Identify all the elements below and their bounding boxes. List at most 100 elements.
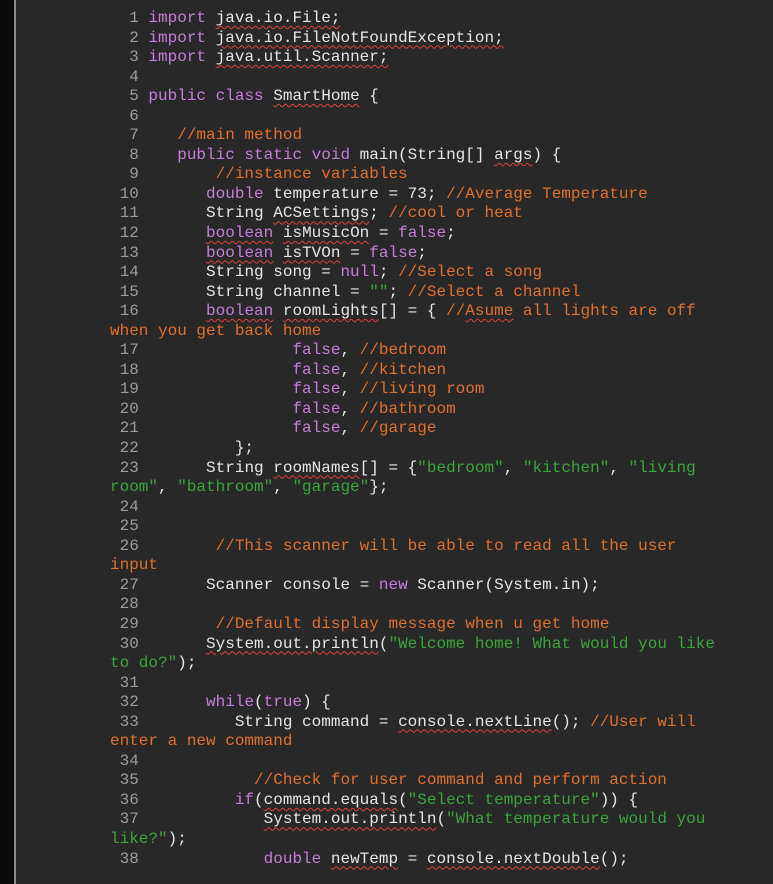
line-number: 28 xyxy=(110,595,139,614)
string-token: "bathroom" xyxy=(177,478,274,497)
code-token: ; xyxy=(388,282,408,301)
code-token: }; xyxy=(234,439,255,458)
keyword-token: import xyxy=(148,48,207,67)
panel-divider[interactable] xyxy=(14,0,16,884)
keyword-token: while xyxy=(206,693,255,712)
code-line[interactable]: 38 double newTemp = console.nextDouble()… xyxy=(110,850,773,870)
code-line-wrap[interactable]: like?"); xyxy=(110,830,773,850)
code-token: isTVOn xyxy=(282,243,341,262)
string-token: "bedroom" xyxy=(417,458,504,477)
code-line[interactable]: 28 xyxy=(110,595,773,615)
keyword-token: boolean xyxy=(206,302,274,321)
code-token: ( xyxy=(436,810,447,829)
code-line[interactable]: 18 false, //kitchen xyxy=(110,361,773,381)
comment-token: all lights are off xyxy=(513,302,696,321)
keyword-token: public static void xyxy=(177,145,351,164)
code-line[interactable]: 23 String roomNames[] = {"bedroom", "kit… xyxy=(110,459,773,479)
keyword-token: import xyxy=(148,28,207,47)
code-line[interactable]: 2 import java.io.FileNotFoundException; xyxy=(110,29,773,49)
code-line[interactable]: 7 //main method xyxy=(110,126,773,146)
code-token: temperature = 73; xyxy=(263,184,447,203)
comment-token: //Check for user command and perform act… xyxy=(254,771,667,790)
code-line[interactable]: 3 import java.util.Scanner; xyxy=(110,48,773,68)
code-line[interactable]: 20 false, //bathroom xyxy=(110,400,773,420)
code-line-wrap[interactable]: room", "bathroom", "garage"}; xyxy=(110,478,773,498)
code-line-wrap[interactable]: when you get back home xyxy=(110,322,773,342)
code-line-wrap[interactable]: to do?"); xyxy=(110,654,773,674)
code-line[interactable]: 15 String channel = ""; //Select a chann… xyxy=(110,283,773,303)
comment-token: //bathroom xyxy=(359,399,456,418)
code-token: java.io.FileNotFoundException; xyxy=(215,28,504,47)
code-line[interactable]: 27 Scanner console = new Scanner(System.… xyxy=(110,576,773,596)
comment-token: Asume xyxy=(465,302,514,321)
comment-token: //main method xyxy=(177,126,303,145)
code-line[interactable]: 33 String command = console.nextLine(); … xyxy=(110,713,773,733)
code-line[interactable]: 14 String song = null; //Select a song xyxy=(110,263,773,283)
line-number: 29 xyxy=(110,614,139,633)
code-editor[interactable]: 1 import java.io.File; 2 import java.io.… xyxy=(110,9,773,869)
code-line[interactable]: 12 boolean isMusicOn = false; xyxy=(110,224,773,244)
code-line[interactable]: 35 //Check for user command and perform … xyxy=(110,771,773,791)
code-line[interactable]: 13 boolean isTVOn = false; xyxy=(110,244,773,264)
code-token: ) { xyxy=(532,145,562,164)
keyword-token: false xyxy=(292,399,341,418)
code-line[interactable]: 34 xyxy=(110,752,773,772)
line-number: 21 xyxy=(110,419,139,438)
code-token: main(String[] xyxy=(350,145,495,164)
code-line[interactable]: 32 while(true) { xyxy=(110,693,773,713)
code-token: String command = xyxy=(234,712,399,731)
code-line[interactable]: 4 xyxy=(110,68,773,88)
code-line[interactable]: 5 public class SmartHome { xyxy=(110,87,773,107)
code-line[interactable]: 36 if(command.equals("Select temperature… xyxy=(110,791,773,811)
code-token: ( xyxy=(254,790,264,809)
comment-token: //Select a channel xyxy=(407,282,581,301)
comment-token: //instance variables xyxy=(215,165,408,184)
keyword-token: new xyxy=(378,575,408,594)
keyword-token: false xyxy=(292,380,341,399)
line-number: 36 xyxy=(110,790,139,809)
code-line[interactable]: 19 false, //living room xyxy=(110,380,773,400)
code-token: = xyxy=(398,849,427,868)
comment-token: //User will xyxy=(590,712,696,731)
code-line[interactable]: 6 xyxy=(110,107,773,127)
code-line[interactable]: 1 import java.io.File; xyxy=(110,9,773,29)
comment-token: //bedroom xyxy=(359,341,447,360)
code-line[interactable]: 21 false, //garage xyxy=(110,419,773,439)
keyword-token: true xyxy=(263,693,303,712)
code-line-wrap[interactable]: input xyxy=(110,556,773,576)
line-number: 19 xyxy=(110,380,139,399)
code-token: , xyxy=(158,478,178,497)
code-line[interactable]: 31 xyxy=(110,674,773,694)
keyword-token: false xyxy=(369,243,418,262)
line-number: 13 xyxy=(110,243,139,262)
code-line[interactable]: 37 System.out.println("What temperature … xyxy=(110,810,773,830)
code-line[interactable]: 22 }; xyxy=(110,439,773,459)
line-number: 4 xyxy=(110,67,139,86)
comment-token: //garage xyxy=(359,419,437,438)
code-line[interactable]: 16 boolean roomLights[] = { //Asume all … xyxy=(110,302,773,322)
code-token: ) { xyxy=(302,693,331,712)
code-line[interactable]: 8 public static void main(String[] args)… xyxy=(110,146,773,166)
keyword-token: false xyxy=(292,419,341,438)
line-number: 2 xyxy=(110,28,139,47)
code-line[interactable]: 11 String ACSettings; //cool or heat xyxy=(110,204,773,224)
code-line[interactable]: 25 xyxy=(110,517,773,537)
code-line[interactable]: 29 //Default display message when u get … xyxy=(110,615,773,635)
line-number: 32 xyxy=(110,693,139,712)
code-token: ); xyxy=(177,654,197,673)
line-number: 7 xyxy=(110,126,139,145)
code-line[interactable]: 26 //This scanner will be able to read a… xyxy=(110,537,773,557)
code-line[interactable]: 10 double temperature = 73; //Average Te… xyxy=(110,185,773,205)
code-line-wrap[interactable]: enter a new command xyxy=(110,732,773,752)
code-line[interactable]: 9 //instance variables xyxy=(110,165,773,185)
comment-token: //Select a song xyxy=(398,263,543,282)
code-line[interactable]: 17 false, //bedroom xyxy=(110,341,773,361)
code-token: ACSettings xyxy=(273,204,370,223)
string-token: "garage" xyxy=(292,478,370,497)
code-line[interactable]: 30 System.out.println("Welcome home! Wha… xyxy=(110,635,773,655)
code-line[interactable]: 24 xyxy=(110,498,773,518)
keyword-token: null xyxy=(340,263,379,282)
code-token: = xyxy=(369,224,399,243)
